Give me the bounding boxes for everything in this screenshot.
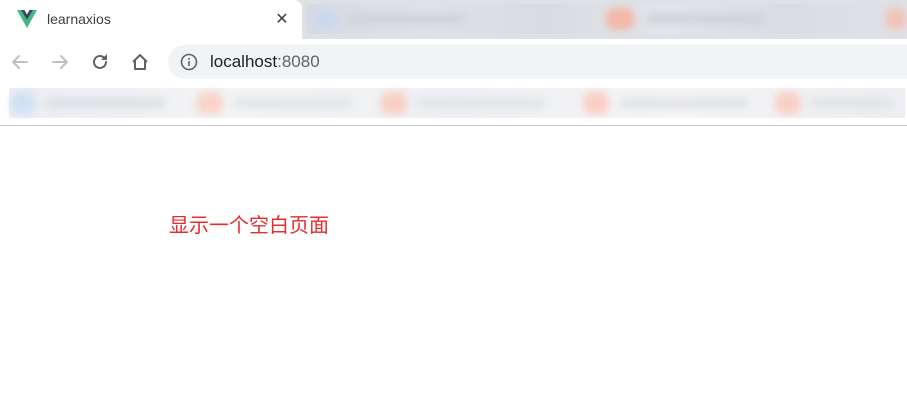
close-icon[interactable]: ✕ xyxy=(272,9,292,29)
reload-button[interactable] xyxy=(88,50,112,74)
page-message: 显示一个空白页面 xyxy=(169,213,329,237)
address-bar[interactable]: localhost:8080 xyxy=(168,45,907,79)
reload-icon xyxy=(93,54,107,69)
vue-logo-icon xyxy=(17,10,37,28)
url-host: localhost xyxy=(210,52,278,71)
url-text[interactable]: localhost:8080 xyxy=(210,52,320,72)
blurred-bookmarks xyxy=(9,88,905,118)
back-arrow-icon xyxy=(12,55,28,69)
blurred-tabs xyxy=(306,4,907,34)
info-icon[interactable] xyxy=(180,53,198,71)
home-button[interactable] xyxy=(128,50,152,74)
url-port: :8080 xyxy=(277,52,320,71)
forward-arrow-icon xyxy=(52,55,68,69)
tab-learnaxios[interactable]: learnaxios ✕ xyxy=(0,0,302,39)
back-button[interactable] xyxy=(8,50,32,74)
browser-toolbar: localhost:8080 xyxy=(0,39,907,86)
page-content: 显示一个空白页面 xyxy=(0,126,907,409)
bookmarks-bar xyxy=(0,86,907,126)
forward-button[interactable] xyxy=(48,50,72,74)
home-icon xyxy=(132,54,148,70)
tab-title: learnaxios xyxy=(47,11,111,27)
tab-strip: learnaxios ✕ xyxy=(0,0,907,39)
